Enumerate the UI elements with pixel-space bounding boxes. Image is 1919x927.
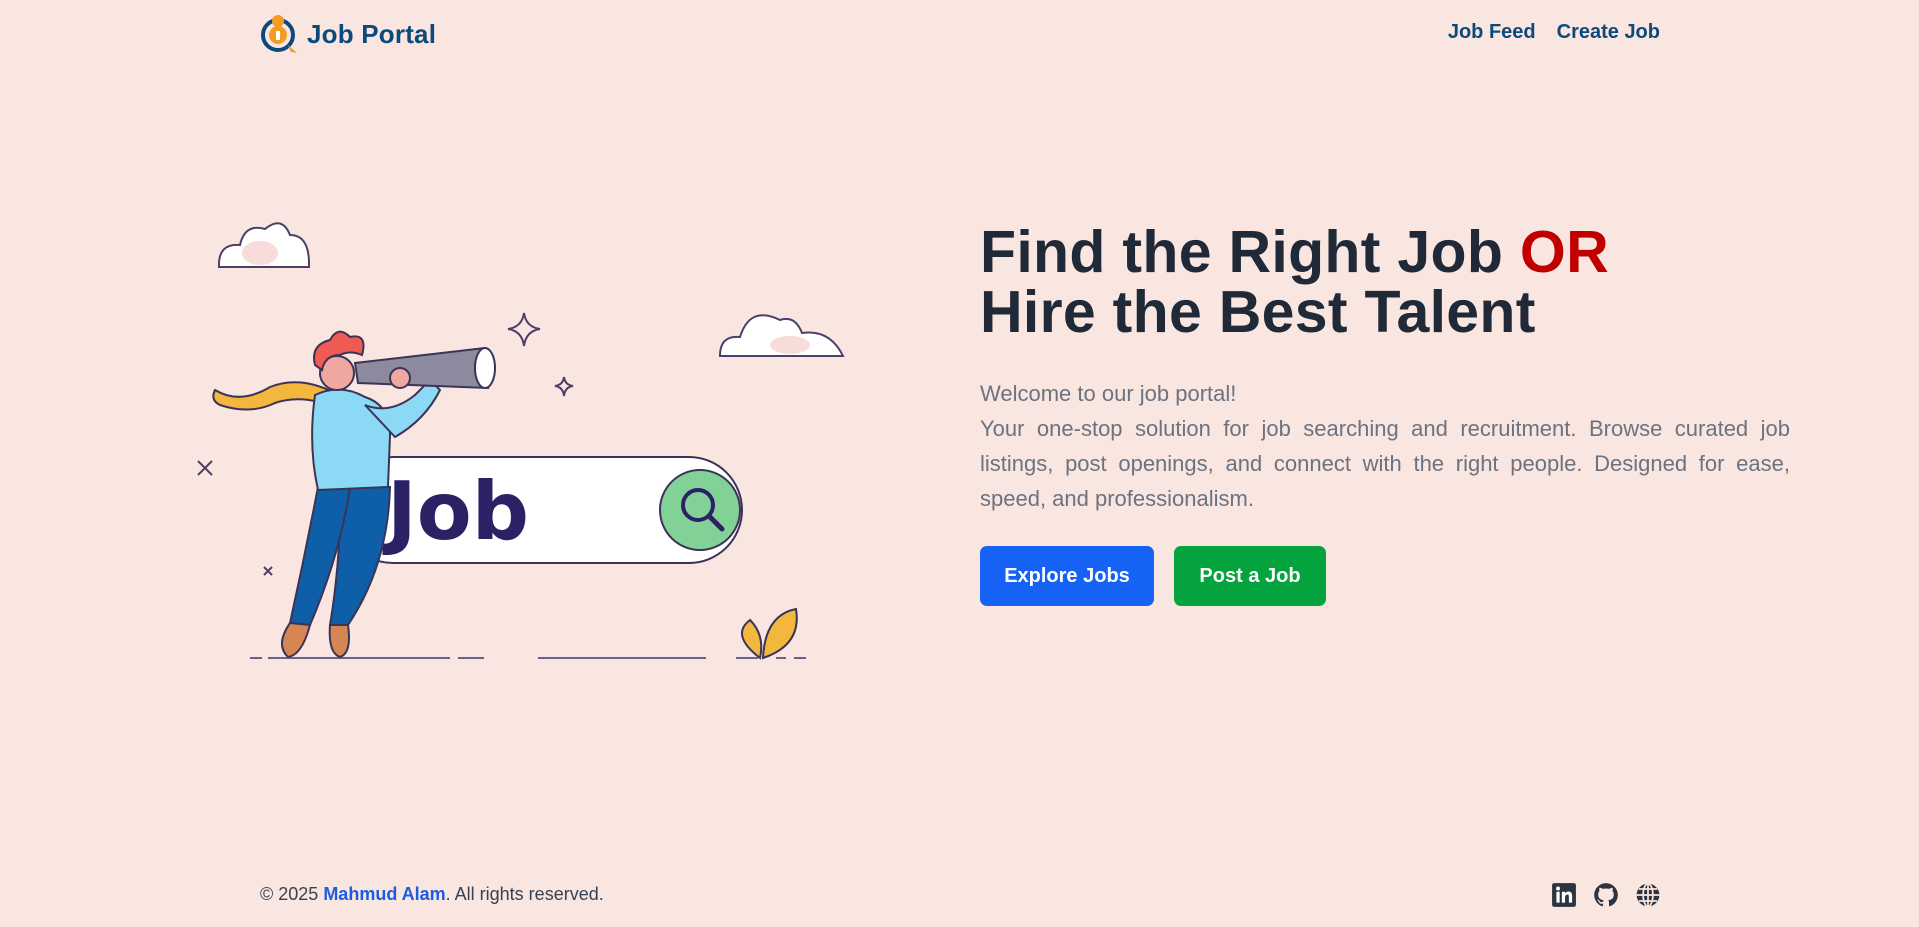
copyright-suffix: . All rights reserved. [445,884,604,904]
hero-title-line2: Hire the Best Talent [980,279,1536,345]
hero-welcome: Welcome to our job portal! [980,381,1237,406]
search-icon [659,469,741,551]
author-link[interactable]: Mahmud Alam [323,884,445,904]
hero-title-or: OR [1519,219,1610,285]
nav-create-job[interactable]: Create Job [1557,21,1660,44]
social-links [1551,882,1661,908]
hero-title-line1: Find the Right Job [980,219,1520,285]
hero-description-text: Your one-stop solution for job searching… [980,416,1790,511]
linkedin-icon[interactable] [1551,882,1577,908]
hero-section: Find the Right Job OR Hire the Best Tale… [980,222,1790,606]
job-portal-logo-icon [261,15,297,53]
footer-copyright: © 2025 Mahmud Alam. All rights reserved. [260,884,604,905]
nav-job-feed[interactable]: Job Feed [1448,21,1536,44]
main-nav: Job Feed Create Job [1448,21,1660,44]
globe-icon[interactable] [1635,882,1661,908]
cloud-icon [217,222,845,357]
svg-text:Job: Job [382,465,529,558]
leaf-icon [741,607,798,660]
cta-group: Explore Jobs Post a Job [980,546,1790,606]
brand-name: Job Portal [307,18,437,49]
telescope-person-illustration: Job [197,222,845,660]
post-job-button[interactable]: Post a Job [1174,546,1326,606]
copyright-prefix: © 2025 [260,884,324,904]
brand-link[interactable]: Job Portal [259,14,436,54]
hero-title: Find the Right Job OR Hire the Best Tale… [980,222,1790,342]
hero-description: Welcome to our job portal! Your one-stop… [980,376,1790,516]
github-icon[interactable] [1593,882,1619,908]
explore-jobs-button[interactable]: Explore Jobs [980,546,1154,606]
